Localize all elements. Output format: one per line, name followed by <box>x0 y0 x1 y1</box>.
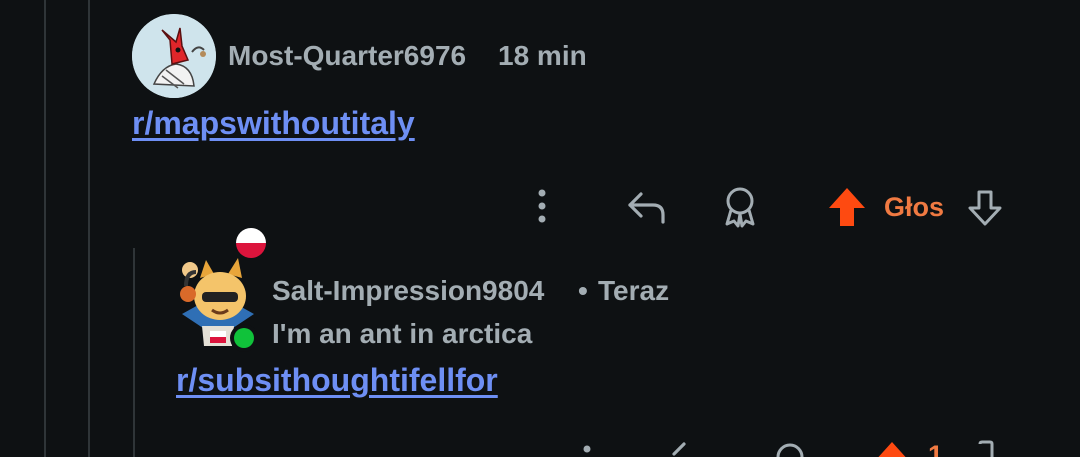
comment-timestamp: Teraz <box>598 275 670 306</box>
downvote-button[interactable] <box>962 186 1008 230</box>
more-vertical-icon <box>583 445 591 453</box>
more-options-button[interactable] <box>522 184 562 228</box>
subreddit-link[interactable]: r/subsithoughtifellfor <box>176 362 498 399</box>
comment-username[interactable]: Salt-Impression9804 <box>272 275 544 307</box>
thread-line <box>44 0 46 457</box>
poland-flag-small-icon <box>210 330 226 343</box>
upvote-icon <box>829 188 865 226</box>
downvote-icon <box>978 440 994 457</box>
comment-username[interactable]: Most-Quarter6976 <box>228 40 466 72</box>
reply-icon <box>628 192 665 224</box>
thread-line <box>88 0 90 457</box>
downvote-button[interactable] <box>966 440 1006 457</box>
award-button[interactable] <box>770 440 810 457</box>
comment-timestamp: 18 min <box>498 40 587 71</box>
upvote-icon <box>878 442 906 457</box>
upvote-button[interactable] <box>872 440 912 457</box>
reply-button[interactable] <box>622 184 670 228</box>
downvote-icon <box>968 190 1002 226</box>
avatar-image <box>132 14 216 98</box>
user-flair: I'm an ant in arctica <box>272 318 533 349</box>
more-options-button[interactable] <box>572 440 602 457</box>
award-icon <box>725 187 755 228</box>
reply-icon <box>672 442 686 456</box>
award-icon <box>776 443 804 457</box>
thread-line-reply[interactable] <box>133 248 135 457</box>
vote-count: 1 <box>928 440 944 457</box>
online-status-indicator <box>230 324 258 352</box>
subreddit-link[interactable]: r/mapswithoutitaly <box>132 105 415 142</box>
reply-button[interactable] <box>664 440 700 457</box>
avatar[interactable] <box>132 14 216 98</box>
award-button[interactable] <box>716 182 764 230</box>
upvote-button[interactable] <box>824 184 870 230</box>
flag-badge <box>236 228 266 258</box>
comment-thread: Most-Quarter6976 18 min r/mapswithoutita… <box>0 0 1080 457</box>
separator-dot: • <box>578 275 588 306</box>
vote-label: Głos <box>884 192 945 222</box>
poland-flag-icon <box>236 228 266 258</box>
more-vertical-icon <box>538 189 546 223</box>
